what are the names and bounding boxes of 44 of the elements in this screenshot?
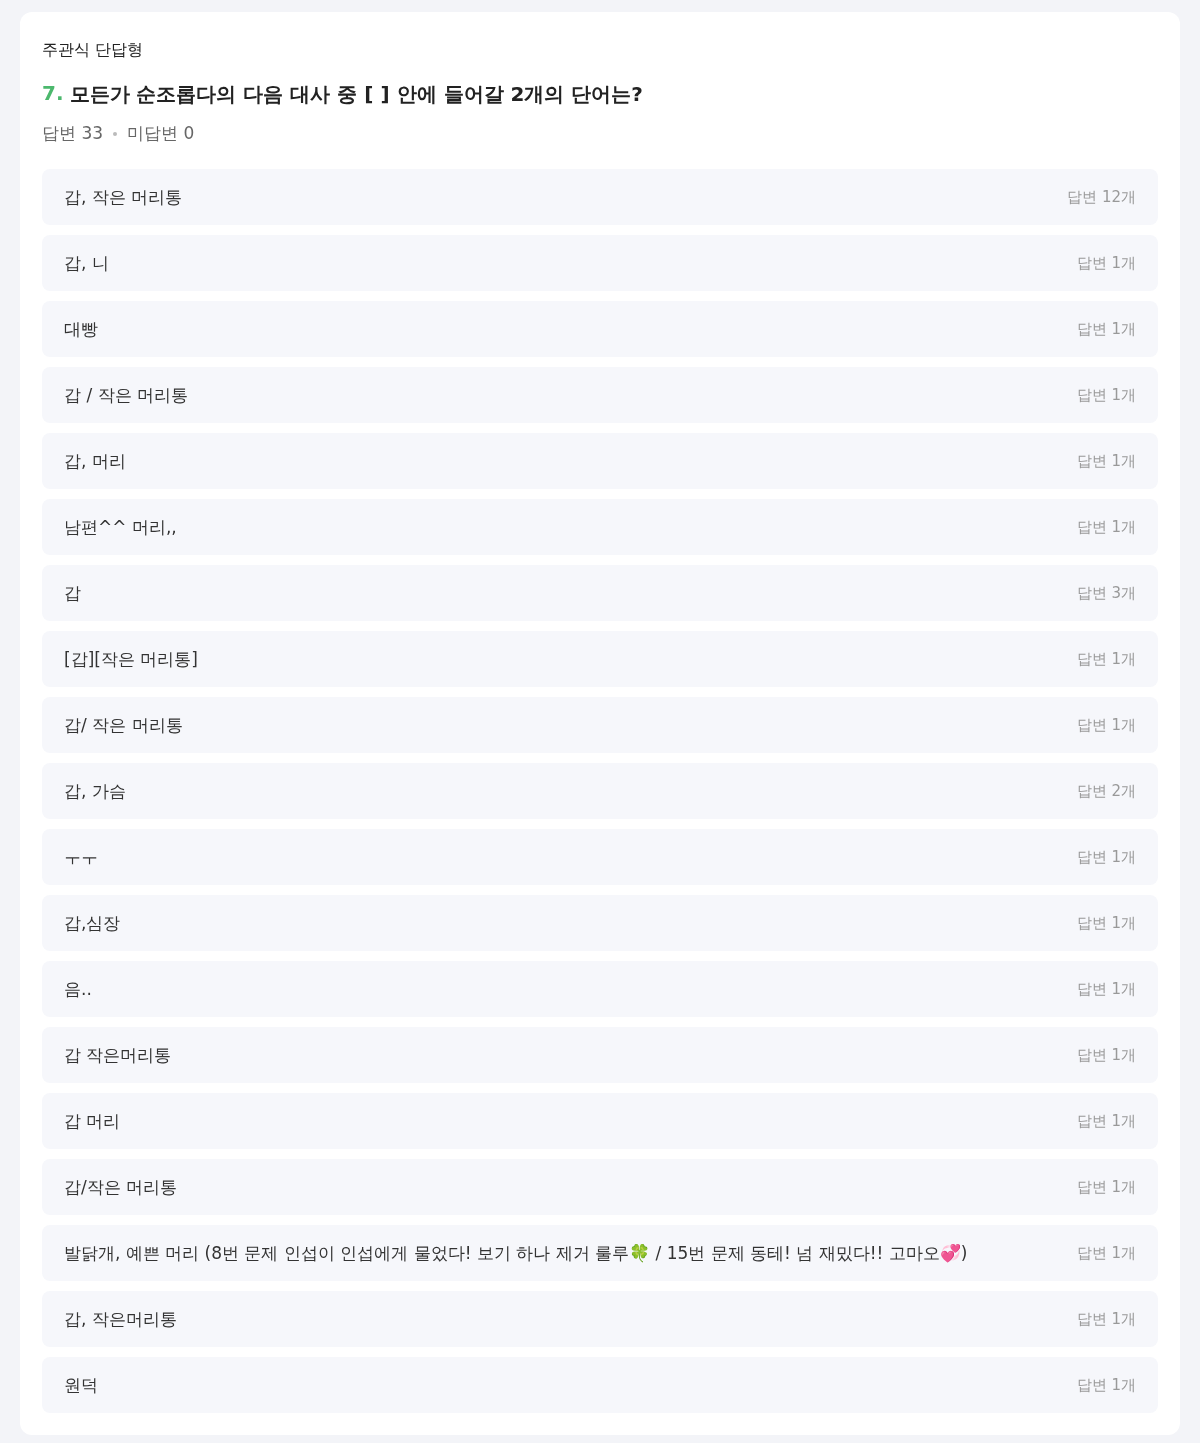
answer-text: 갑, 니 [64,251,109,275]
answer-count: 답변 1개 [1076,451,1136,471]
answer-text: 갑, 작은 머리통 [64,185,183,209]
answer-count: 답변 3개 [1076,583,1136,603]
answer-count: 답변 12개 [1067,187,1136,207]
answer-text: [갑][작은 머리통] [64,647,198,671]
answer-text: 갑 머리 [64,1109,121,1133]
answer-text: 음.. [64,977,92,1001]
answer-text: 갑,심장 [64,911,121,935]
answer-count: 답변 1개 [1076,385,1136,405]
answer-text: 발닭개, 예쁜 머리 (8번 문제 인섭이 인섭에게 물었다! 보기 하나 제거 룰루🍀 / 15번 문제 동테! 넘 재밌다!! 고마오💞) [64,1241,968,1265]
answer-count: 답변 1개 [1076,253,1136,273]
answer-text: 남편^^ 머리,, [64,515,177,539]
answer-count: 답변 1개 [1076,517,1136,537]
answer-count: 답변 1개 [1076,319,1136,339]
answer-text: 원덕 [64,1373,98,1397]
answer-count: 답변 1개 [1076,649,1136,669]
separator-dot [113,131,118,136]
answer-text: 갑 작은머리통 [64,1043,172,1067]
unanswered-count: 미답변 0 [127,122,195,145]
answered-count: 답변 33 [42,122,104,145]
answer-count: 답변 1개 [1076,1243,1136,1263]
answer-count: 답변 1개 [1076,979,1136,999]
answer-text: 갑, 머리 [64,449,126,473]
answer-count: 답변 1개 [1076,1177,1136,1197]
answer-text: 갑 / 작은 머리통 [64,383,188,407]
answer-text: 갑/작은 머리통 [64,1175,178,1199]
answer-text: 갑/ 작은 머리통 [64,713,183,737]
answer-count: 답변 1개 [1076,1111,1136,1131]
answer-text: 갑 [64,581,81,605]
answer-count: 답변 1개 [1076,847,1136,867]
question-number: 7. [42,81,64,107]
question-title: 모든가 순조롭다의 다음 대사 중 [ ] 안에 들어갈 2개의 단어는? [69,81,643,108]
answer-count: 답변 1개 [1076,1309,1136,1329]
answer-text: 갑, 가슴 [64,779,126,803]
answer-text: 대빵 [64,317,98,341]
answer-count: 답변 1개 [1076,1045,1136,1065]
question-type: 주관식 단답형 [42,40,145,61]
answer-count: 답변 1개 [1076,1375,1136,1395]
answer-text: ㅜㅜ [64,845,98,869]
answer-count: 답변 1개 [1076,715,1136,735]
answer-count: 답변 1개 [1076,913,1136,933]
answer-count: 답변 2개 [1076,781,1136,801]
answer-text: 갑, 작은머리통 [64,1307,177,1331]
